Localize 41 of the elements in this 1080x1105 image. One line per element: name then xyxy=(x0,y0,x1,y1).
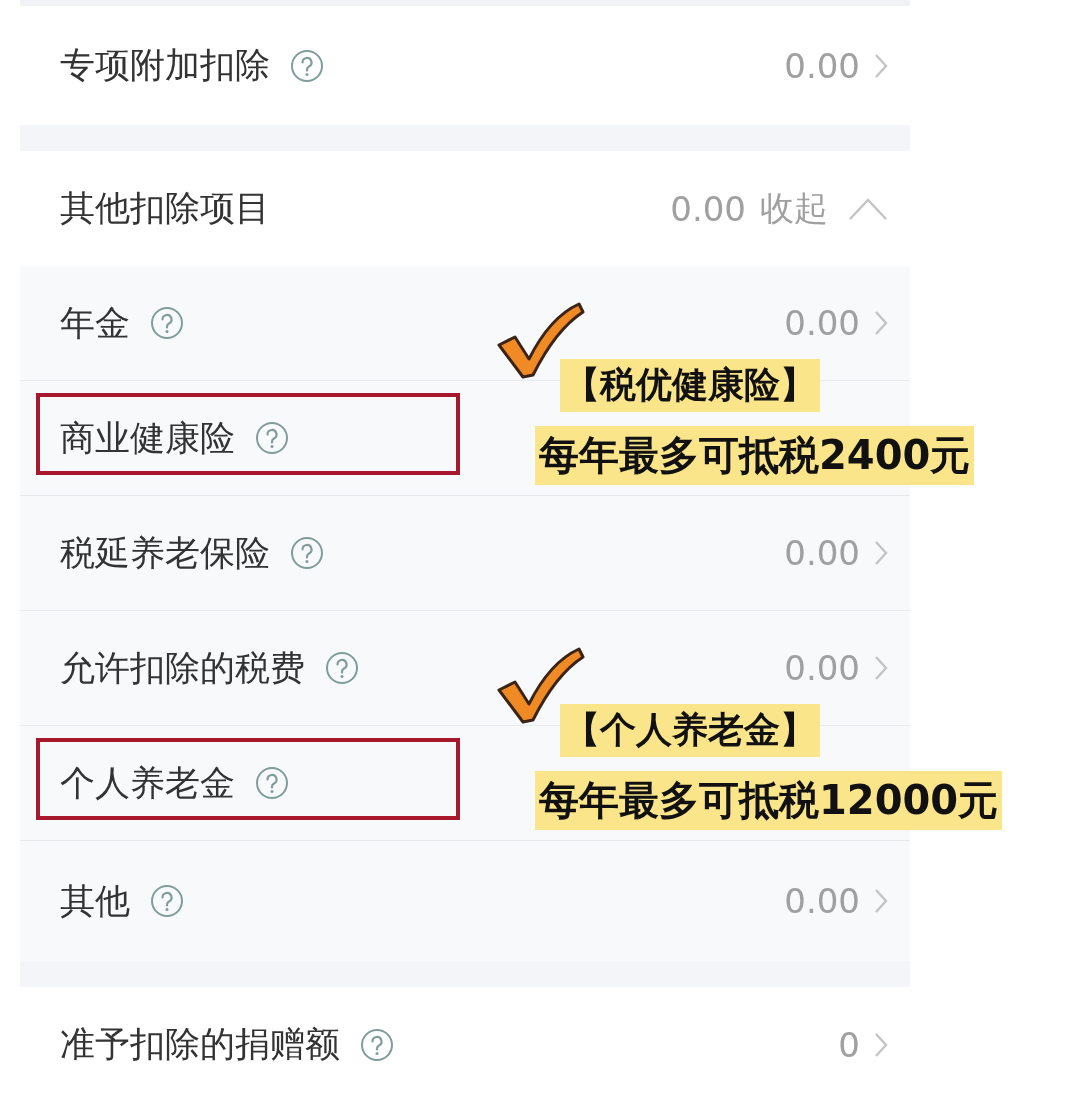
help-icon[interactable] xyxy=(255,766,289,800)
row-value: 0.00 xyxy=(784,45,860,86)
help-icon[interactable] xyxy=(360,1027,394,1062)
list-row[interactable]: 税延养老保险 0.00 xyxy=(20,496,910,611)
help-icon[interactable] xyxy=(150,884,184,918)
help-icon[interactable] xyxy=(150,306,184,340)
list-row[interactable]: 其他 0.00 xyxy=(20,841,910,961)
help-icon[interactable] xyxy=(255,421,289,455)
annotation-title: 【税优健康险】 xyxy=(560,359,820,412)
help-icon[interactable] xyxy=(290,536,324,570)
chevron-right-icon xyxy=(874,540,888,566)
row-label: 商业健康险 xyxy=(60,416,235,460)
section-header[interactable]: 其他扣除项目 0.00 收起 xyxy=(20,151,910,266)
help-icon[interactable] xyxy=(290,48,324,83)
help-icon[interactable] xyxy=(325,651,359,685)
row-value: 0 xyxy=(838,1024,860,1065)
row-label: 其他 xyxy=(60,879,130,923)
chevron-right-icon xyxy=(874,1031,888,1058)
checkmark-icon xyxy=(495,646,585,726)
row-value: 0.00 xyxy=(784,881,860,921)
row-label: 个人养老金 xyxy=(60,761,235,805)
chevron-right-icon xyxy=(874,52,888,79)
row-label: 税延养老保险 xyxy=(60,531,270,575)
section-total: 0.00 xyxy=(670,188,746,229)
checkmark-icon xyxy=(495,301,585,381)
row-value: 0.00 xyxy=(784,533,860,573)
annotation-title: 【个人养老金】 xyxy=(560,704,820,757)
annotation-note: 每年最多可抵税12000元 xyxy=(535,771,1003,830)
chevron-right-icon xyxy=(874,655,888,681)
chevron-right-icon xyxy=(874,310,888,336)
list-row[interactable]: 专项附加扣除 0.00 xyxy=(20,6,910,125)
row-label: 准予扣除的捐赠额 xyxy=(60,1023,340,1066)
row-label: 年金 xyxy=(60,301,130,345)
chevron-right-icon xyxy=(874,888,888,914)
row-label: 专项附加扣除 xyxy=(60,44,270,87)
row-value: 0.00 xyxy=(784,648,860,688)
list-row[interactable]: 准予扣除的捐赠额 0 xyxy=(20,987,910,1102)
row-label: 允许扣除的税费 xyxy=(60,646,305,690)
row-value: 0.00 xyxy=(784,303,860,343)
section-title: 其他扣除项目 xyxy=(60,187,270,230)
annotation-note: 每年最多可抵税2400元 xyxy=(535,426,975,485)
